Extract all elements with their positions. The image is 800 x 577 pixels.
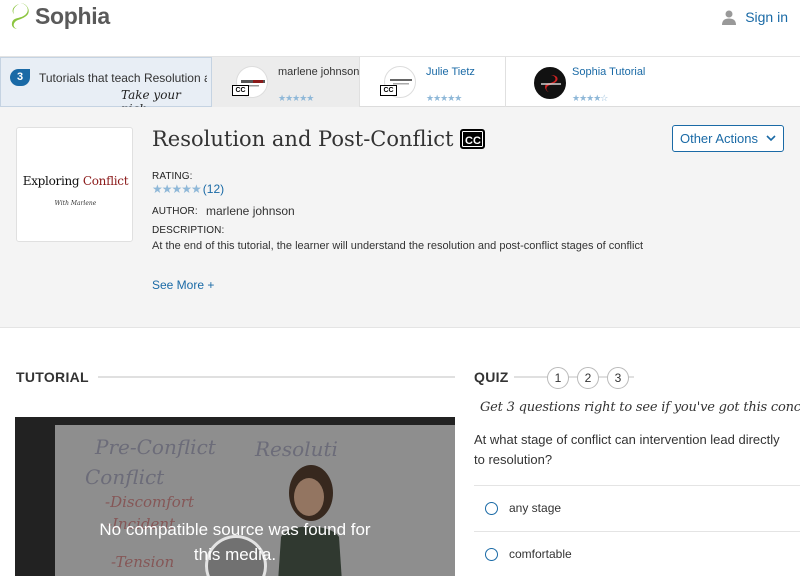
radio-button[interactable] <box>485 548 498 561</box>
quiz-section-heading: QUIZ <box>474 369 509 385</box>
brand-name: Sophia <box>35 2 110 29</box>
quiz-step-3[interactable]: 3 <box>607 367 629 389</box>
tutorials-intro: 3 Tutorials that teach Resolution and Po… <box>0 57 212 116</box>
sophia-logo[interactable]: Sophia <box>8 2 110 30</box>
tutorial-title: Resolution and Post-Conflict <box>152 127 454 151</box>
tutorials-strip: 3 Tutorials that teach Resolution and Po… <box>0 57 800 116</box>
tutorial-card-sophia[interactable]: Sophia Tutorial ★★★★☆ <box>506 57 666 107</box>
tutorial-card-thumbnail <box>534 67 566 99</box>
radio-button[interactable] <box>485 502 498 515</box>
cc-icon: CC <box>380 85 397 96</box>
description-label: DESCRIPTION: <box>152 225 225 236</box>
tutorial-card-author: Sophia Tutorial <box>572 66 646 78</box>
tutorial-thumbnail: Exploring Conflict With Marlene <box>16 127 133 242</box>
other-actions-label: Other Actions <box>679 131 759 146</box>
tutorial-heading-rule <box>98 376 455 378</box>
video-error-message: No compatible source was found for this … <box>99 520 371 564</box>
description-text: At the end of this tutorial, the learner… <box>152 240 643 252</box>
tutorial-count-badge: 3 <box>10 69 30 86</box>
quiz-question: At what stage of conflict can interventi… <box>474 432 780 467</box>
quiz-option-label: comfortable <box>509 547 572 561</box>
tutorial-card-stars: ★★★★☆ <box>572 93 608 103</box>
tutorial-info-section: Exploring Conflict With Marlene Resoluti… <box>0 107 800 328</box>
quiz-option-any-stage[interactable]: any stage <box>474 485 800 531</box>
tutorial-card-author: marlene johnson <box>278 66 360 78</box>
user-icon <box>722 10 737 25</box>
author-label: AUTHOR: <box>152 206 198 217</box>
other-actions-button[interactable]: Other Actions <box>672 125 784 152</box>
chevron-down-icon <box>766 135 776 142</box>
quiz-option-comfortable[interactable]: comfortable <box>474 531 800 577</box>
rating-stars: ★★★★★ <box>152 182 202 196</box>
quiz-step-2[interactable]: 2 <box>577 367 599 389</box>
tutorial-thumbnail-title: Exploring Conflict <box>22 174 129 188</box>
rating-count[interactable]: (12) <box>203 182 224 196</box>
tutorial-card-stars: ★★★★★ <box>278 93 314 103</box>
author-name: marlene johnson <box>206 204 295 218</box>
site-header: Sophia Sign in <box>0 0 800 57</box>
video-player[interactable]: Pre-Conflict Conflict -Discomfort -Incid… <box>15 417 455 576</box>
quiz-hint: Get 3 questions right to see if you've g… <box>480 400 800 415</box>
tutorial-section-heading: TUTORIAL <box>16 369 89 385</box>
rating-label: RATING: <box>152 171 193 182</box>
tutorial-card-author: Julie Tietz <box>426 66 475 78</box>
tutorials-intro-text: Tutorials that teach Resolution and Post… <box>39 71 207 85</box>
tutorial-card-stars: ★★★★★ <box>426 93 462 103</box>
see-more-link[interactable]: See More + <box>152 278 214 292</box>
page-title: Resolution and Post-Conflict CC <box>152 127 486 151</box>
sign-in-link[interactable]: Sign in <box>722 9 788 25</box>
closed-captions-icon: CC <box>460 129 486 149</box>
tutorial-card-marlene[interactable]: CC marlene johnson ★★★★★ <box>212 57 360 107</box>
quiz-step-1[interactable]: 1 <box>547 367 569 389</box>
sophia-leaf-icon <box>11 3 29 29</box>
quiz-option-label: any stage <box>509 501 562 515</box>
rating: ★★★★★ (12) <box>152 182 224 196</box>
tutorial-card-julie[interactable]: CC Julie Tietz ★★★★★ <box>360 57 506 107</box>
cc-icon: CC <box>232 85 249 96</box>
tutorial-thumbnail-subtitle: With Marlene <box>54 200 97 207</box>
sign-in-label: Sign in <box>745 9 788 25</box>
